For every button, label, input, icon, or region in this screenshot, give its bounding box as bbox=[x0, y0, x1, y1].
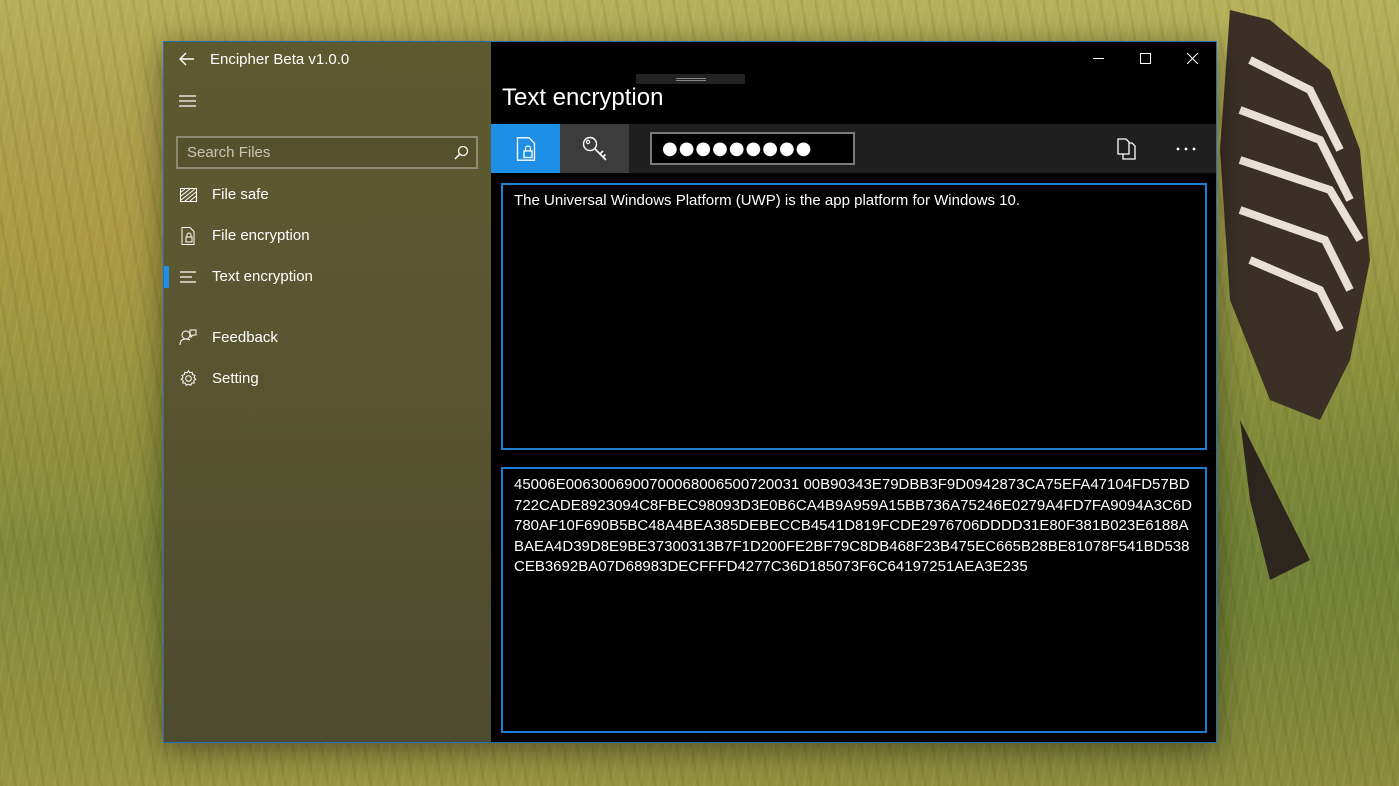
nav-item-text-encryption[interactable]: Text encryption bbox=[164, 256, 491, 297]
close-icon bbox=[1187, 52, 1198, 64]
window-caption-buttons bbox=[1075, 42, 1216, 74]
close-button[interactable] bbox=[1169, 42, 1216, 74]
nav-item-label: Setting bbox=[212, 370, 259, 387]
command-bar-right bbox=[1096, 124, 1216, 173]
search-icon bbox=[453, 145, 468, 160]
minimize-button[interactable] bbox=[1075, 42, 1122, 74]
key-icon bbox=[582, 136, 607, 161]
drag-handle[interactable] bbox=[636, 74, 745, 84]
title-bar-left: Encipher Beta v1.0.0 bbox=[164, 42, 491, 76]
search-button[interactable] bbox=[446, 138, 476, 167]
lock-file-icon bbox=[516, 136, 535, 161]
nav-item-feedback[interactable]: Feedback bbox=[164, 317, 491, 358]
feedback-icon bbox=[164, 329, 212, 346]
text-lines-icon bbox=[164, 270, 212, 283]
command-bar bbox=[491, 124, 1216, 173]
back-button[interactable] bbox=[164, 42, 210, 76]
back-arrow-icon bbox=[179, 52, 194, 66]
more-icon bbox=[1176, 147, 1196, 150]
nav-item-label: File safe bbox=[212, 186, 269, 203]
app-window: Encipher Beta v1.0.0 Search Files File s… bbox=[163, 41, 1217, 743]
wallpaper-bird-feathers bbox=[1220, 10, 1370, 580]
more-button[interactable] bbox=[1156, 124, 1216, 173]
nav-item-file-safe[interactable]: File safe bbox=[164, 174, 491, 215]
plain-text-input[interactable]: The Universal Windows Platform (UWP) is … bbox=[501, 183, 1207, 450]
cipher-text-output[interactable]: 45006E0063006900700068006500720031 00B90… bbox=[501, 467, 1207, 733]
password-input[interactable] bbox=[650, 132, 855, 165]
maximize-icon bbox=[1140, 52, 1151, 64]
file-safe-icon bbox=[164, 187, 212, 202]
nav-item-label: Feedback bbox=[212, 329, 278, 346]
hamburger-menu-button[interactable] bbox=[164, 78, 210, 124]
encrypt-button[interactable] bbox=[491, 124, 560, 173]
maximize-button[interactable] bbox=[1122, 42, 1169, 74]
hamburger-icon bbox=[178, 95, 196, 107]
nav-item-file-encryption[interactable]: File encryption bbox=[164, 215, 491, 256]
copy-button[interactable] bbox=[1096, 124, 1156, 173]
page-title: Text encryption bbox=[502, 84, 664, 111]
nav-item-label: File encryption bbox=[212, 227, 310, 244]
search-box bbox=[176, 136, 478, 169]
navigation-pane: Encipher Beta v1.0.0 Search Files File s… bbox=[164, 42, 491, 742]
copy-icon bbox=[1116, 137, 1136, 160]
nav-list: File safe File encryption Text encryptio… bbox=[164, 174, 491, 399]
nav-item-setting[interactable]: Setting bbox=[164, 358, 491, 399]
search-input[interactable] bbox=[178, 138, 446, 167]
app-title: Encipher Beta v1.0.0 bbox=[210, 50, 350, 68]
file-lock-icon bbox=[164, 226, 212, 245]
nav-separator bbox=[164, 297, 491, 317]
gear-icon bbox=[164, 370, 212, 387]
main-content: Text encryption ●●●●●●●●● The Universal … bbox=[491, 42, 1216, 742]
decrypt-key-button[interactable] bbox=[560, 124, 629, 173]
nav-item-label: Text encryption bbox=[212, 268, 313, 285]
minimize-icon bbox=[1093, 57, 1104, 59]
